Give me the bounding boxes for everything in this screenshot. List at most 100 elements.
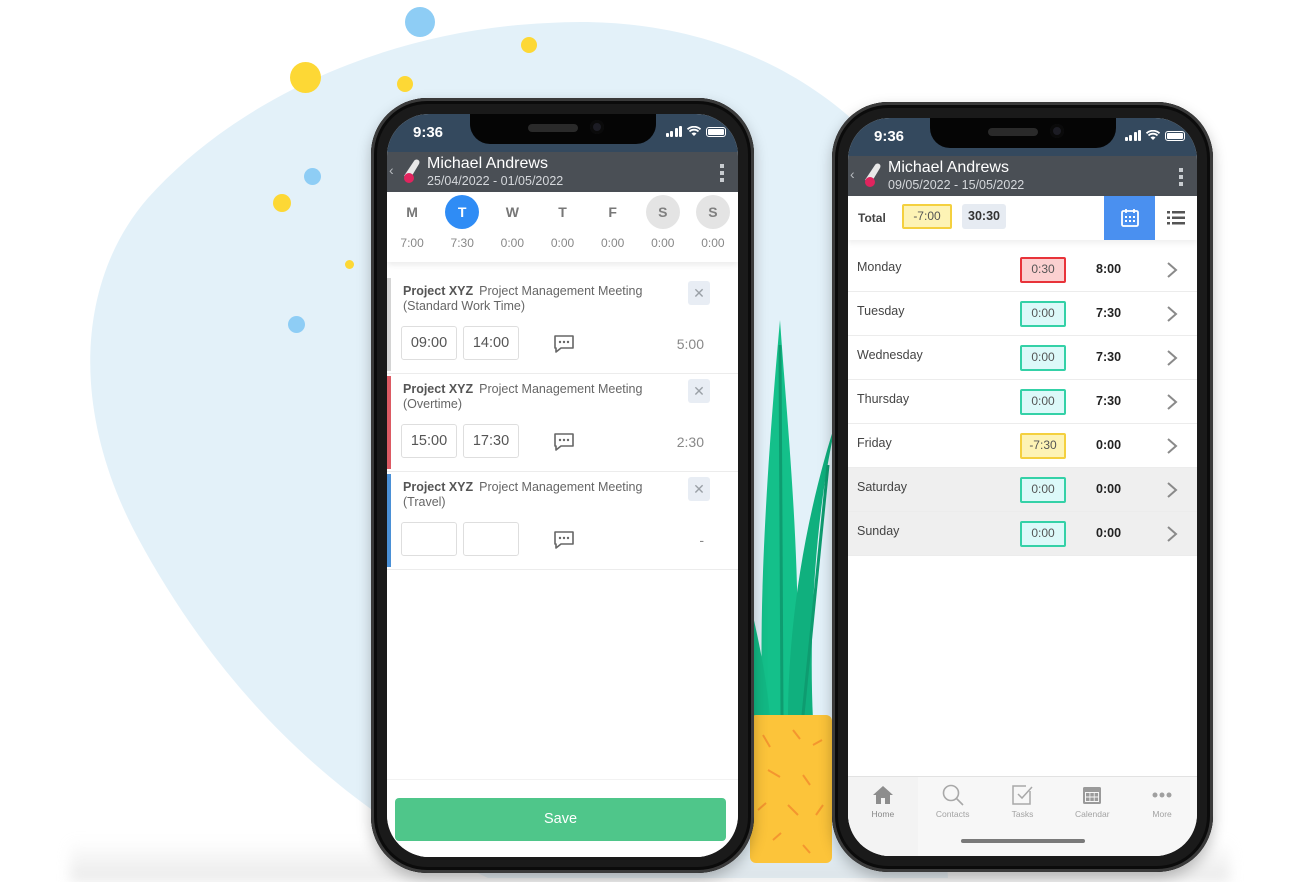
day-total-hours: 7:30: [1096, 394, 1122, 408]
delete-entry-button[interactable]: ✕: [688, 477, 710, 501]
battery-icon: [1165, 131, 1185, 141]
day-name: Wednesday: [857, 348, 923, 362]
tab-label: Calendar: [1075, 809, 1110, 819]
week-day-0[interactable]: M 7:00: [387, 192, 437, 262]
entry-type: (Standard Work Time): [403, 299, 526, 313]
phone-left: 9:36 ‹ Michael Andrews 25/04/2022 - 01/0…: [371, 98, 754, 873]
day-row[interactable]: Wednesday 0:00 7:30: [848, 336, 1197, 380]
tab-more[interactable]: More: [1127, 777, 1197, 856]
calendar-icon: [1121, 209, 1139, 227]
entry-project: Project XYZ: [403, 284, 474, 298]
day-row[interactable]: Friday -7:30 0:00: [848, 424, 1197, 468]
day-total-hours: 0:00: [1096, 482, 1122, 496]
week-day-selector: M 7:00 T 7:30 W 0:00 T 0:00 F 0:00 S 0:00 S 0:00: [387, 192, 738, 262]
entry-duration: 2:30: [676, 434, 704, 450]
end-time-input[interactable]: 14:00: [463, 326, 519, 360]
app-header: ‹ Michael Andrews 09/05/2022 - 15/05/202…: [848, 156, 1197, 196]
week-day-5[interactable]: S 0:00: [638, 192, 688, 262]
save-button[interactable]: Save: [395, 798, 726, 841]
tab-contacts[interactable]: Contacts: [918, 777, 988, 856]
day-name: Monday: [857, 260, 902, 274]
close-icon: ✕: [693, 383, 705, 399]
weekday-list: Monday 0:30 8:00 Tuesday 0:00 7:30 Wednesday 0:…: [848, 248, 1197, 556]
day-letter: T: [445, 195, 480, 229]
screen-timesheet-entries: 9:36 ‹ Michael Andrews 25/04/2022 - 01/0…: [387, 114, 738, 857]
start-time-input[interactable]: 09:00: [401, 326, 457, 360]
day-hours: 7:30: [450, 236, 474, 250]
day-letter: F: [608, 204, 617, 220]
kebab-menu-icon[interactable]: [720, 164, 724, 182]
week-day-4[interactable]: F 0:00: [588, 192, 638, 262]
decor-dot: [288, 316, 305, 333]
system-icons: [1124, 130, 1185, 141]
total-label: Total: [858, 211, 886, 225]
week-day-2[interactable]: W 0:00: [487, 192, 537, 262]
entry-title: Project XYZ Project Management Meeting (Tr…: [403, 480, 663, 510]
date-range: 25/04/2022 - 01/05/2022: [427, 174, 564, 188]
day-difference-badge: 0:00: [1020, 521, 1066, 547]
calendar-view-button[interactable]: [1104, 196, 1155, 240]
end-time-input[interactable]: [463, 522, 519, 556]
day-difference-badge: 0:30: [1020, 257, 1066, 283]
delete-entry-button[interactable]: ✕: [688, 281, 710, 305]
more-dots-icon: [1152, 792, 1172, 798]
entry-task: Project Management Meeting: [479, 382, 643, 396]
day-name: Saturday: [857, 480, 908, 494]
list-view-button[interactable]: [1155, 196, 1197, 240]
phone-notch: [469, 114, 656, 144]
phone-right: 9:36 ‹ Michael Andrews 09/05/2022 - 15/0…: [832, 102, 1213, 872]
day-row[interactable]: Saturday 0:00 0:00: [848, 468, 1197, 512]
entry-type-stripe: [387, 278, 391, 371]
tab-label: More: [1152, 809, 1172, 819]
day-difference-badge: 0:00: [1020, 301, 1066, 327]
app-logo-icon: [404, 159, 420, 183]
tab-home[interactable]: Home: [848, 777, 918, 856]
comment-icon[interactable]: [553, 530, 575, 550]
day-name: Friday: [857, 436, 892, 450]
home-indicator: [960, 839, 1085, 843]
tab-tasks[interactable]: Tasks: [988, 777, 1058, 856]
week-day-6[interactable]: S 0:00: [688, 192, 738, 262]
day-difference-badge: 0:00: [1020, 477, 1066, 503]
start-time-input[interactable]: [401, 522, 457, 556]
day-name: Tuesday: [857, 304, 905, 318]
comment-icon[interactable]: [553, 432, 575, 452]
chevron-right-icon: [1167, 306, 1178, 322]
week-day-1[interactable]: T 7:30: [437, 192, 487, 262]
decor-dot: [290, 62, 321, 93]
week-day-3[interactable]: T 0:00: [537, 192, 587, 262]
day-hours: 7:00: [400, 236, 424, 250]
chevron-left-icon[interactable]: ‹: [850, 166, 855, 182]
total-hours: 30:30: [962, 204, 1006, 229]
day-row[interactable]: Sunday 0:00 0:00: [848, 512, 1197, 556]
day-hours: 0:00: [500, 236, 525, 250]
tasks-check-icon: [1012, 785, 1034, 805]
tab-label: Contacts: [935, 809, 970, 819]
day-total-hours: 8:00: [1096, 262, 1122, 276]
day-row[interactable]: Tuesday 0:00 7:30: [848, 292, 1197, 336]
entry-task: Project Management Meeting: [479, 284, 643, 298]
time-entry: Project XYZ Project Management Meeting (Ov…: [387, 374, 738, 472]
delete-entry-button[interactable]: ✕: [688, 379, 710, 403]
entry-title: Project XYZ Project Management Meeting (St…: [403, 284, 663, 314]
day-difference-badge: 0:00: [1020, 389, 1066, 415]
day-row[interactable]: Thursday 0:00 7:30: [848, 380, 1197, 424]
entry-type-stripe: [387, 474, 391, 567]
entry-title: Project XYZ Project Management Meeting (Ov…: [403, 382, 663, 412]
end-time-input[interactable]: 17:30: [463, 424, 519, 458]
tab-label: Home: [871, 809, 895, 819]
kebab-menu-icon[interactable]: [1179, 168, 1183, 186]
start-time-input[interactable]: 15:00: [401, 424, 457, 458]
day-hours: 0:00: [651, 236, 675, 250]
chevron-left-icon[interactable]: ‹: [389, 162, 394, 178]
day-difference-badge: 0:00: [1020, 345, 1066, 371]
day-letter: S: [695, 195, 730, 229]
comment-icon[interactable]: [553, 334, 575, 354]
day-total-hours: 0:00: [1096, 526, 1122, 540]
chevron-right-icon: [1167, 482, 1178, 498]
day-letter: W: [505, 204, 519, 220]
tab-calendar[interactable]: Calendar: [1057, 777, 1127, 856]
day-row[interactable]: Monday 0:30 8:00: [848, 248, 1197, 292]
date-range: 09/05/2022 - 15/05/2022: [888, 178, 1025, 192]
day-total-hours: 7:30: [1096, 306, 1122, 320]
